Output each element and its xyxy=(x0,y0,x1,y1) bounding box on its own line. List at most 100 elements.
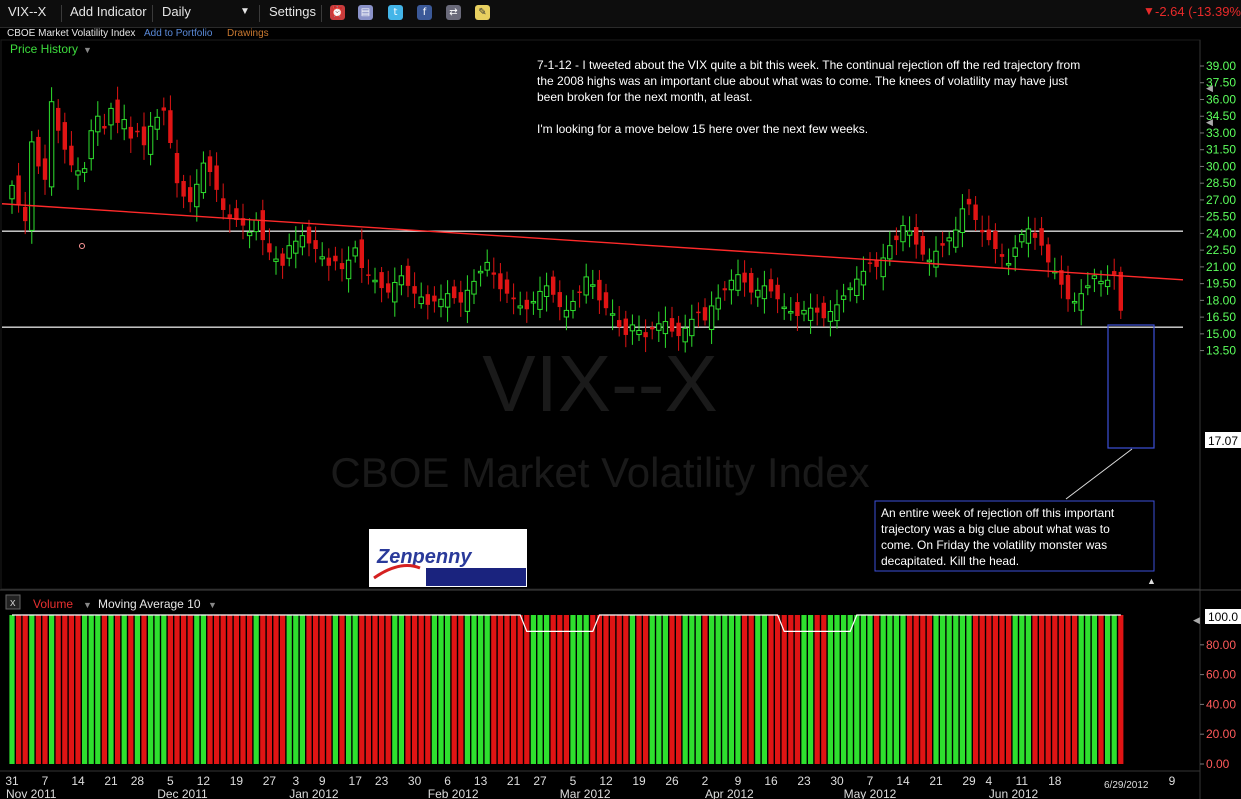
note-line: I'm looking for a move below 15 here ove… xyxy=(537,122,868,136)
candle-body xyxy=(887,245,893,260)
volume-bar xyxy=(616,615,622,764)
volume-bar xyxy=(999,615,1005,764)
candle-body xyxy=(815,307,820,313)
candle-body xyxy=(749,273,754,293)
x-day-label: 9 xyxy=(1169,774,1176,788)
candle-body xyxy=(966,198,972,205)
volume-bar xyxy=(62,615,68,764)
volume-bar xyxy=(1118,615,1124,764)
volume-bar xyxy=(260,615,266,764)
volume-bar xyxy=(68,615,74,764)
candle-body xyxy=(246,231,253,237)
candle-body xyxy=(926,259,933,263)
volume-bar xyxy=(1006,615,1012,764)
x-day-label: 12 xyxy=(197,774,211,788)
candle-body xyxy=(121,119,127,130)
volume-bar xyxy=(207,615,213,764)
candle-body xyxy=(115,99,120,123)
callout-line: trajectory was a big clue about what was… xyxy=(881,522,1110,536)
expand-icon[interactable]: ▲ xyxy=(1147,576,1156,586)
x-day-label: 12 xyxy=(599,774,613,788)
x-month-label: May 2012 xyxy=(844,787,897,799)
close-icon[interactable]: x xyxy=(10,597,16,609)
x-day-label: 17 xyxy=(349,774,363,788)
x-day-label: 30 xyxy=(408,774,422,788)
candle-body xyxy=(530,300,537,304)
volume-label[interactable]: Volume xyxy=(33,597,73,611)
candle-body xyxy=(174,153,180,184)
price-history-label[interactable]: Price History xyxy=(10,42,78,56)
candle-body xyxy=(471,280,477,295)
volume-bar xyxy=(788,615,794,764)
candle-body xyxy=(827,311,834,322)
x-month-label: Mar 2012 xyxy=(560,787,611,799)
candle-body xyxy=(273,258,279,262)
volume-bar xyxy=(16,615,22,764)
volume-bar xyxy=(108,615,114,764)
volume-bar xyxy=(808,615,814,764)
scroll-icon[interactable]: ◀ xyxy=(1193,615,1200,625)
candle-body xyxy=(563,309,570,318)
volume-bar xyxy=(220,615,226,764)
chart-canvas: Price History ▼ VIX--X CBOE Market Volat… xyxy=(0,39,1241,799)
volume-bar xyxy=(867,615,873,764)
volume-bar xyxy=(1111,615,1117,764)
chevron-down-icon[interactable]: ▼ xyxy=(83,600,92,610)
volume-bar xyxy=(240,615,246,764)
chevron-down-icon[interactable]: ▼ xyxy=(83,45,92,55)
candle-body xyxy=(432,295,437,302)
volume-bar xyxy=(233,615,239,764)
volume-bar xyxy=(504,615,510,764)
volume-bar xyxy=(1091,615,1097,764)
candle-body xyxy=(498,273,503,290)
price-axis: 13.50 15.00 16.50 18.00 19.50 21.00 22.50 24.00… xyxy=(1200,59,1236,358)
volume-bar xyxy=(95,615,101,764)
x-day-label: 11 xyxy=(1016,774,1029,788)
chevron-down-icon[interactable]: ▼ xyxy=(208,600,217,610)
candle-body xyxy=(36,136,41,167)
volume-bar xyxy=(339,615,345,764)
callout-line: An entire week of rejection off this imp… xyxy=(881,506,1115,520)
volume-bar xyxy=(662,615,668,764)
candle-body xyxy=(537,290,543,310)
candle-body xyxy=(398,275,405,286)
candle-body xyxy=(1118,271,1123,311)
candle-body xyxy=(366,274,371,276)
candle-body xyxy=(1112,271,1117,275)
volume-bar xyxy=(596,615,602,764)
volume-bar xyxy=(966,615,972,764)
volume-bar xyxy=(418,615,424,764)
volume-bar xyxy=(768,615,774,764)
scroll-up-icon[interactable]: ◀ xyxy=(1206,83,1213,93)
price-tick-label: 13.50 xyxy=(1206,344,1236,358)
candle-body xyxy=(42,158,48,180)
candle-body xyxy=(999,254,1005,257)
x-day-label: 9 xyxy=(735,774,742,788)
volume-tick-label: 0.00 xyxy=(1206,757,1230,771)
candle-body xyxy=(860,270,867,286)
candle-body xyxy=(583,276,589,296)
candle-body xyxy=(128,126,133,139)
volume-tick-label: 60.00 xyxy=(1206,668,1236,682)
candle-body xyxy=(1078,293,1084,311)
last-volume-label: 100.0 xyxy=(1208,610,1238,624)
moving-average-label[interactable]: Moving Average 10 xyxy=(98,597,201,611)
scroll-down-icon[interactable]: ◀ xyxy=(1206,117,1213,127)
candle-body xyxy=(840,295,847,300)
candle-body xyxy=(914,227,919,245)
candle-body xyxy=(48,101,55,188)
volume-bar xyxy=(900,615,906,764)
candle-body xyxy=(1104,279,1111,288)
candle-body xyxy=(643,332,648,338)
volume-bar xyxy=(709,615,715,764)
volume-bar xyxy=(22,615,28,764)
candle-body xyxy=(722,288,727,291)
x-day-label: 9 xyxy=(319,774,326,788)
volume-bar xyxy=(913,615,919,764)
candle-body xyxy=(517,305,523,309)
volume-bar xyxy=(933,615,939,764)
volume-bar xyxy=(577,615,583,764)
volume-bar xyxy=(629,615,635,764)
candle-body xyxy=(1039,228,1044,246)
volume-bar xyxy=(1039,615,1045,764)
